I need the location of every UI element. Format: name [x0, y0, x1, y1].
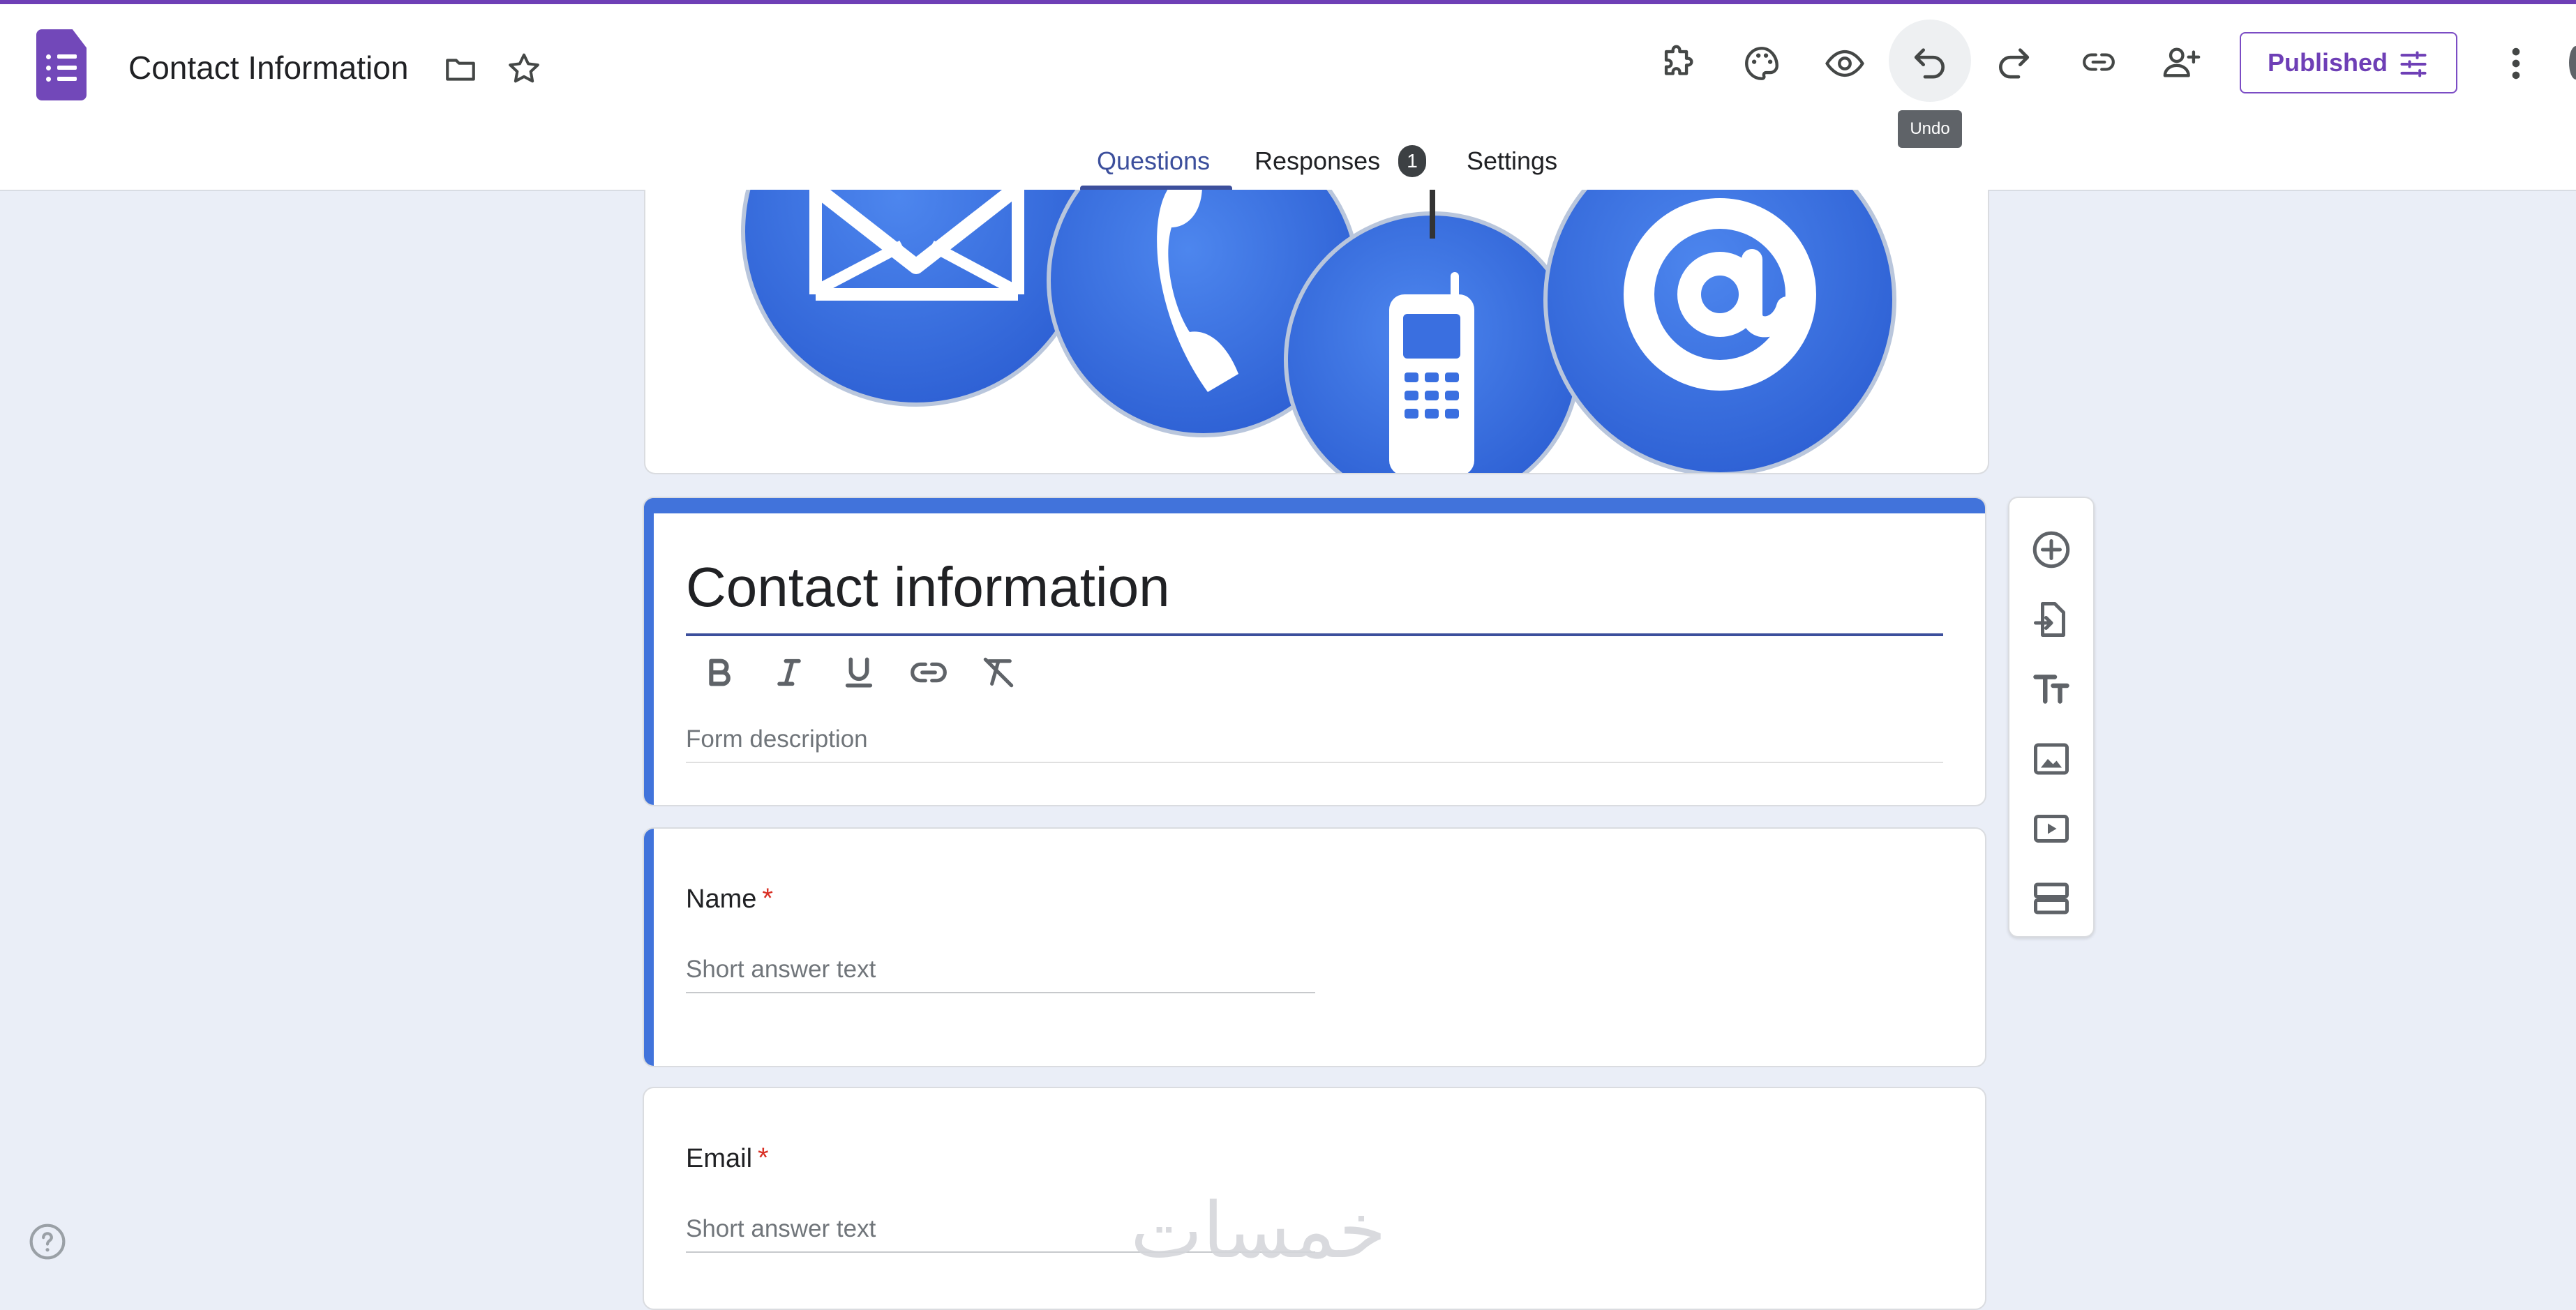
star-icon[interactable] — [505, 50, 543, 88]
italic-icon[interactable] — [770, 653, 809, 692]
form-description-field[interactable]: Form description — [686, 725, 868, 753]
card-focus-bar — [644, 829, 654, 1066]
required-asterisk: * — [762, 883, 773, 914]
more-vert-icon[interactable] — [2508, 43, 2524, 84]
question-title: Email * — [686, 1143, 769, 1173]
short-answer-placeholder: Short answer text — [686, 1215, 876, 1242]
contact-icons-image — [741, 190, 1896, 473]
redo-icon[interactable] — [1994, 42, 2033, 81]
add-image-icon[interactable] — [2030, 738, 2072, 780]
underline-icon[interactable] — [839, 653, 878, 692]
responses-count-badge: 1 — [1398, 145, 1426, 177]
form-title-underline — [686, 633, 1943, 636]
card-accent-bar — [644, 498, 1985, 513]
form-title-card[interactable]: Contact information Form description — [643, 497, 1986, 806]
folder-icon[interactable] — [441, 52, 480, 86]
question-card-name[interactable]: Name * Short answer text — [643, 827, 1986, 1067]
question-title: Name * — [686, 883, 773, 914]
forms-logo-icon[interactable] — [36, 29, 87, 100]
required-asterisk: * — [758, 1143, 769, 1173]
tab-settings[interactable]: Settings — [1467, 146, 1557, 176]
add-section-icon[interactable] — [2030, 878, 2072, 919]
watermark-text: خمسات — [1130, 1186, 1386, 1275]
form-description-underline — [686, 762, 1943, 763]
palette-icon[interactable] — [1742, 43, 1782, 84]
clear-format-icon[interactable] — [979, 653, 1018, 692]
link-icon[interactable] — [2078, 45, 2120, 80]
undo-icon[interactable] — [1910, 42, 1949, 81]
header-image-banner[interactable] — [644, 190, 1989, 474]
floating-side-toolbar — [2008, 497, 2095, 938]
short-answer-placeholder: Short answer text — [686, 956, 876, 983]
addon-puzzle-icon[interactable] — [1658, 43, 1698, 84]
tab-questions[interactable]: Questions — [1097, 146, 1210, 176]
published-button[interactable]: Published — [2240, 32, 2457, 93]
preview-eye-icon[interactable] — [1824, 43, 1866, 84]
form-title[interactable]: Contact information — [686, 555, 1170, 619]
add-collaborator-icon[interactable] — [2160, 42, 2203, 82]
card-focus-bar — [644, 498, 654, 805]
tab-bar: Questions Responses 1 Settings — [0, 133, 2576, 193]
answer-underline — [686, 992, 1315, 993]
tab-responses[interactable]: Responses — [1255, 146, 1380, 176]
app-header: Contact Information Undo Published Quest… — [0, 4, 2576, 191]
document-title[interactable]: Contact Information — [128, 49, 408, 86]
add-question-icon[interactable] — [2030, 529, 2072, 571]
add-title-icon[interactable] — [2030, 668, 2072, 710]
help-icon[interactable] — [28, 1222, 67, 1261]
avatar[interactable] — [2569, 46, 2576, 80]
tune-icon — [2397, 49, 2429, 80]
import-questions-icon[interactable] — [2030, 598, 2072, 640]
published-button-label: Published — [2268, 48, 2388, 77]
add-video-icon[interactable] — [2030, 808, 2072, 850]
bold-icon[interactable] — [700, 653, 739, 692]
link-icon[interactable] — [909, 653, 948, 692]
